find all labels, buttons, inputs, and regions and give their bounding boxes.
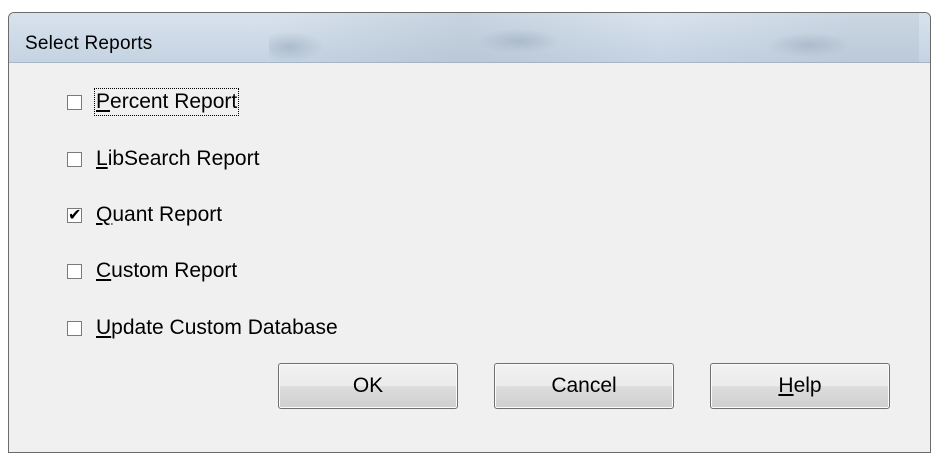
label-rest: ibSearch Report bbox=[107, 147, 260, 170]
mnemonic-letter: L bbox=[96, 147, 108, 170]
quant-report-option[interactable]: ✔ Quant Report bbox=[67, 201, 222, 229]
label-rest: uant Report bbox=[112, 203, 223, 226]
cancel-button[interactable]: Cancel bbox=[494, 363, 674, 409]
mnemonic-letter: P bbox=[96, 90, 111, 113]
title-bar[interactable]: Select Reports bbox=[9, 13, 930, 63]
mnemonic-letter: U bbox=[96, 316, 112, 339]
quant-report-label[interactable]: Quant Report bbox=[96, 203, 222, 227]
help-mnemonic: H bbox=[778, 374, 794, 397]
custom-report-label[interactable]: Custom Report bbox=[96, 259, 237, 283]
label-rest: pdate Custom Database bbox=[111, 316, 338, 339]
ok-button-label: OK bbox=[352, 374, 384, 397]
cancel-button-label: Cancel bbox=[551, 374, 617, 397]
ok-button[interactable]: OK bbox=[278, 363, 458, 409]
percent-report-checkbox[interactable] bbox=[67, 94, 82, 110]
mnemonic-letter: C bbox=[96, 259, 112, 282]
update-custom-database-checkbox[interactable] bbox=[67, 320, 82, 336]
label-rest: ustom Report bbox=[111, 259, 238, 282]
percent-report-label[interactable]: Percent Report bbox=[93, 88, 240, 116]
libsearch-report-checkbox[interactable] bbox=[67, 151, 82, 167]
help-button[interactable]: Help bbox=[710, 363, 890, 409]
mnemonic-letter: Q bbox=[96, 203, 113, 226]
window-title: Select Reports bbox=[25, 33, 153, 54]
select-reports-dialog: Select Reports Percent Report LibSearch … bbox=[8, 12, 931, 453]
percent-report-option[interactable]: Percent Report bbox=[67, 88, 240, 116]
libsearch-report-option[interactable]: LibSearch Report bbox=[67, 145, 259, 173]
label-rest: ercent Report bbox=[110, 90, 238, 113]
update-custom-database-option[interactable]: Update Custom Database bbox=[67, 314, 338, 342]
title-bar-glass bbox=[269, 13, 919, 63]
custom-report-option[interactable]: Custom Report bbox=[67, 257, 237, 285]
quant-report-checkbox[interactable]: ✔ bbox=[67, 205, 82, 224]
update-custom-database-label[interactable]: Update Custom Database bbox=[96, 316, 338, 340]
custom-report-checkbox[interactable] bbox=[67, 263, 82, 279]
libsearch-report-label[interactable]: LibSearch Report bbox=[96, 147, 259, 171]
help-button-label: elp bbox=[793, 374, 822, 397]
check-mark-icon: ✔ bbox=[68, 204, 82, 224]
